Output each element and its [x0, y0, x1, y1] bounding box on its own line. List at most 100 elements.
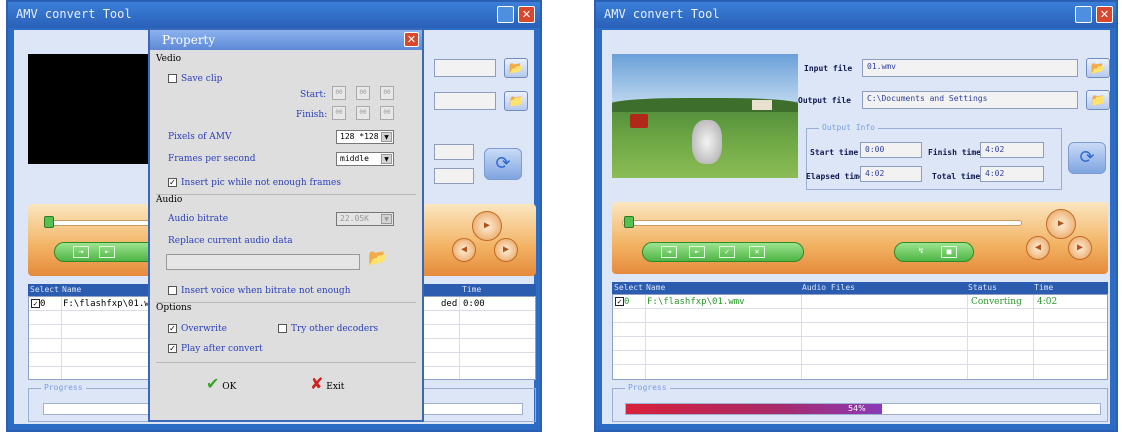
finish-label: Finish:	[296, 110, 328, 120]
chevron-down-icon: ▼	[381, 154, 392, 164]
options-section-title: Options	[156, 303, 192, 313]
col-name: Name	[62, 285, 82, 294]
exit-label: Exit	[326, 382, 345, 392]
convert-button[interactable]: ⟳	[484, 148, 522, 180]
minimize-button[interactable]	[497, 6, 514, 23]
check-button[interactable]: ✓	[719, 246, 735, 258]
button-divider	[156, 362, 416, 363]
output-file-field[interactable]: C:\Documents and Settings	[862, 91, 1078, 109]
input-file-field[interactable]	[434, 59, 496, 77]
clear-button[interactable]: ✕	[749, 246, 765, 258]
play-after-box[interactable]: ✓	[168, 344, 177, 353]
try-decoders-checkbox[interactable]: Try other decoders	[278, 324, 378, 334]
open-input-button[interactable]: 📂	[504, 58, 528, 78]
finish-mm: 00	[356, 106, 370, 120]
col-audio: Audio Files	[802, 283, 855, 292]
overwrite-checkbox[interactable]: ✓ Overwrite	[168, 324, 227, 334]
input-file-field[interactable]: 01.wmv	[862, 59, 1078, 77]
right-window: AMV convert Tool ✕ Input file 01.wmv 📂 O…	[594, 0, 1118, 432]
video-section-title: Vedio	[156, 54, 182, 64]
prev-button[interactable]: ◀	[1026, 236, 1050, 260]
close-button[interactable]: ✕	[1096, 6, 1113, 23]
open-output-button[interactable]: 📁	[504, 91, 528, 111]
row-checkbox[interactable]: ✓	[615, 297, 624, 306]
play-after-checkbox[interactable]: ✓ Play after convert	[168, 344, 263, 354]
property-dialog: Property ✕ Vedio Save clip Start: 00 00 …	[148, 28, 424, 422]
save-clip-label: Save clip	[181, 74, 223, 84]
swap-button[interactable]: ↯	[913, 246, 929, 258]
pixels-value: 128 *128	[340, 132, 379, 141]
try-decoders-box[interactable]	[278, 324, 287, 333]
insert-pic-checkbox[interactable]: ✓ Insert pic while not enough frames	[168, 178, 341, 188]
row-checkbox[interactable]: ✓	[31, 299, 40, 308]
insert-voice-box[interactable]	[168, 286, 177, 295]
mark-in-button[interactable]: ⇥	[661, 246, 677, 258]
fps-select[interactable]: middle ▼	[336, 152, 394, 166]
close-button[interactable]: ✕	[518, 6, 535, 23]
play-after-label: Play after convert	[181, 344, 263, 354]
insert-pic-box[interactable]: ✓	[168, 178, 177, 187]
output-file-field[interactable]	[434, 92, 496, 110]
seek-knob[interactable]	[44, 216, 54, 228]
convert-button[interactable]: ⟳	[1068, 142, 1106, 174]
next-button[interactable]: ▶	[494, 238, 518, 262]
finish-ss: 00	[380, 106, 394, 120]
progress-bar: 54%	[625, 403, 1101, 415]
col-time: Time	[1034, 283, 1054, 292]
video-preview	[28, 54, 158, 164]
control-bar: ⇥ ⇤	[54, 242, 159, 262]
row-num: 0	[40, 299, 46, 309]
insert-voice-checkbox[interactable]: Insert voice when bitrate not enough	[168, 286, 350, 296]
list-item[interactable]: ✓ 0 F:\flashfxp\01.wmv Converting 4:02	[615, 297, 1105, 307]
dialog-title: Property	[162, 33, 216, 47]
output-info-title: Output Info	[819, 123, 878, 132]
next-button[interactable]: ▶	[1068, 236, 1092, 260]
audio-bitrate-select[interactable]: 22.05K ▼	[336, 212, 394, 226]
input-file-label: Input file	[804, 64, 853, 73]
play-button[interactable]: ▶	[472, 211, 502, 241]
seek-slider[interactable]	[44, 220, 154, 226]
stop-button[interactable]: ■	[941, 246, 957, 258]
folder-icon: 📂	[1090, 61, 1106, 75]
file-list: ✓ 0 F:\flashfxp\01.wmv Converting 4:02	[612, 294, 1108, 380]
progress-percent: 54%	[848, 404, 866, 413]
pixels-select[interactable]: 128 *128 ▼	[336, 130, 394, 144]
folder-icon: 📂	[508, 61, 524, 75]
start-label: Start:	[300, 90, 327, 100]
finish-hh: 00	[332, 106, 346, 120]
finish-time-field: 4:02	[980, 142, 1044, 158]
total-time-field: 4:02	[980, 166, 1044, 182]
browse-audio-button[interactable]: 📂	[368, 248, 388, 267]
minimize-button[interactable]	[1075, 6, 1092, 23]
finish-time-label: Finish time	[928, 148, 981, 157]
mark-out-button[interactable]: ⇤	[99, 246, 115, 258]
fps-label: Frames per second	[168, 154, 256, 164]
seek-knob[interactable]	[624, 216, 634, 228]
open-input-button[interactable]: 📂	[1086, 58, 1110, 78]
overwrite-box[interactable]: ✓	[168, 324, 177, 333]
tractor-image	[630, 114, 648, 128]
play-button[interactable]: ▶	[1046, 209, 1076, 239]
row-name: F:\flashfxp\01.wmv	[647, 297, 745, 307]
finish-time-field	[434, 144, 474, 160]
save-clip-checkbox[interactable]: Save clip	[168, 74, 222, 84]
exit-button[interactable]: ✘ Exit	[310, 374, 344, 393]
row-time: 0:00	[463, 299, 485, 309]
prev-button[interactable]: ◀	[452, 238, 476, 262]
open-output-button[interactable]: 📁	[1086, 90, 1110, 110]
audio-section-title: Audio	[156, 195, 183, 205]
replace-audio-field[interactable]	[166, 254, 360, 270]
try-decoders-label: Try other decoders	[291, 324, 379, 334]
seek-slider[interactable]	[622, 220, 1022, 226]
ok-button[interactable]: ✔ OK	[206, 374, 236, 393]
save-clip-box[interactable]	[168, 74, 177, 83]
action-bar: ↯ ■	[894, 242, 974, 262]
dialog-close-button[interactable]: ✕	[404, 32, 419, 47]
main-panel: Input file 01.wmv 📂 Output file C:\Docum…	[602, 30, 1110, 424]
mark-out-button[interactable]: ⇤	[689, 246, 705, 258]
mark-in-button[interactable]: ⇥	[73, 246, 89, 258]
row-status: ded	[441, 299, 458, 309]
audio-section: Audio	[156, 194, 416, 298]
col-name: Name	[646, 283, 666, 292]
progress-label: Progress	[625, 383, 670, 392]
